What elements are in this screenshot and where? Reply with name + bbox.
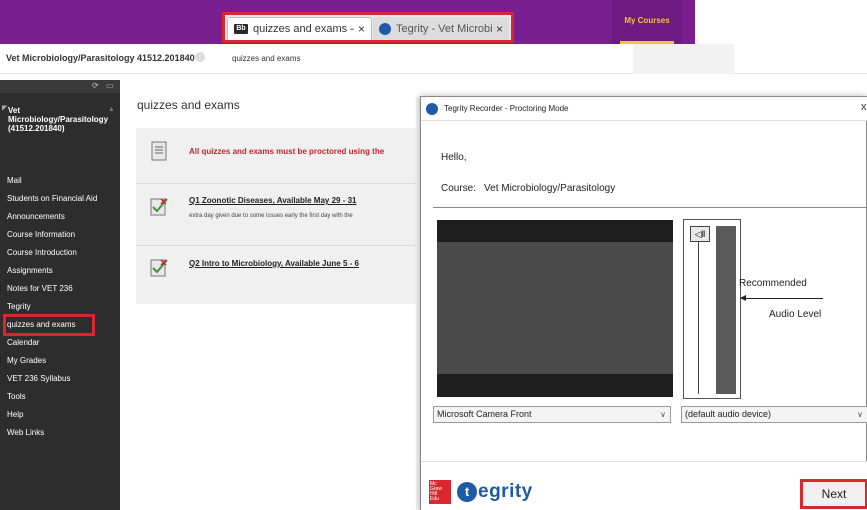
tegrity-logo-mark: t	[457, 482, 477, 502]
tab-label: Tegrity - Vet Microbiolog	[396, 22, 492, 35]
course-menu: ⟳ ▭ ◤ ▲ Vet Microbiology/Parasitology (4…	[0, 80, 120, 510]
audio-level-meter: ◁‖	[683, 219, 741, 399]
item-title: All quizzes and exams must be proctored …	[189, 147, 385, 156]
course-menu-list: Mail Students on Financial Aid Announcem…	[0, 172, 120, 442]
camera-preview-screen	[437, 242, 673, 374]
audio-select-value: (default audio device)	[685, 409, 772, 419]
top-bar: Bb quizzes and exams – 415 × Tegrity - V…	[0, 0, 695, 44]
tab-tegrity[interactable]: Tegrity - Vet Microbiolog ×	[373, 17, 509, 40]
nav-item-syllabus[interactable]: VET 236 Syllabus	[0, 370, 120, 388]
main-content: quizzes and exams All quizzes and exams …	[122, 80, 432, 510]
tab-label: quizzes and exams – 415	[253, 23, 354, 35]
audio-level-label: Audio Level	[769, 309, 822, 320]
tegrity-icon	[426, 103, 438, 115]
camera-preview	[437, 220, 673, 397]
quiz-link[interactable]: Q1 Zoonotic Diseases, Available May 29 -…	[189, 196, 356, 205]
course-menu-title[interactable]: Vet Microbiology/Parasitology (41512.201…	[8, 106, 108, 133]
greeting: Hello,	[441, 152, 467, 163]
nav-item-announcements[interactable]: Announcements	[0, 208, 120, 226]
recommended-label: Recommended	[739, 278, 807, 289]
dialog-title: Tegrity Recorder - Proctoring Mode	[444, 104, 569, 113]
tegrity-logo: t egrity	[457, 480, 533, 504]
dialog-titlebar: Tegrity Recorder - Proctoring Mode x	[421, 97, 867, 121]
nav-item-calendar[interactable]: Calendar	[0, 334, 120, 352]
document-icon	[151, 141, 167, 161]
camera-select-value: Microsoft Camera Front	[437, 409, 532, 419]
tegrity-recorder-dialog: Tegrity Recorder - Proctoring Mode x Hel…	[420, 96, 867, 510]
course-value: Vet Microbiology/Parasitology	[484, 183, 616, 194]
nav-item-my-grades[interactable]: My Grades	[0, 352, 120, 370]
collapse-caret-icon[interactable]: ◤	[2, 104, 7, 112]
audio-slider-track[interactable]	[698, 242, 699, 394]
breadcrumb-right-area	[633, 44, 734, 74]
recommended-arrow-icon	[740, 295, 823, 301]
close-icon[interactable]: x	[861, 101, 867, 113]
chevron-down-icon: ∨	[660, 410, 666, 419]
chevron-down-icon: ∨	[857, 410, 863, 419]
breadcrumb-separator-icon	[195, 52, 205, 62]
divider	[433, 207, 867, 208]
breadcrumb-page: quizzes and exams	[232, 54, 301, 63]
nav-item-tools[interactable]: Tools	[0, 388, 120, 406]
nav-item-mail[interactable]: Mail	[0, 172, 120, 190]
refresh-icon[interactable]: ⟳	[92, 81, 99, 90]
test-icon	[150, 198, 168, 216]
mcgraw-hill-logo: Mc Graw Hill Edu	[429, 480, 451, 504]
speaker-icon: ◁‖	[690, 226, 710, 242]
close-icon[interactable]: ×	[358, 22, 365, 36]
browser-tabs-highlight: Bb quizzes and exams – 415 × Tegrity - V…	[222, 12, 514, 43]
next-button[interactable]: Next	[800, 479, 867, 509]
course-line: Course: Vet Microbiology/Parasitology	[441, 183, 615, 194]
nav-item-course-introduction[interactable]: Course Introduction	[0, 244, 120, 262]
breadcrumb: Vet Microbiology/Parasitology 41512.2018…	[0, 44, 867, 74]
blackboard-icon: Bb	[234, 24, 248, 34]
course-label: Course:	[441, 183, 477, 194]
dialog-footer: Mc Graw Hill Edu t egrity Next	[421, 461, 867, 510]
nav-item-notes[interactable]: Notes for VET 236	[0, 280, 120, 298]
nav-item-assignments[interactable]: Assignments	[0, 262, 120, 280]
camera-select[interactable]: Microsoft Camera Front ∨	[433, 406, 671, 423]
nav-item-web-links[interactable]: Web Links	[0, 424, 120, 442]
course-menu-tools: ⟳ ▭	[0, 80, 120, 93]
nav-item-course-information[interactable]: Course Information	[0, 226, 120, 244]
tegrity-icon	[379, 22, 391, 35]
list-item: All quizzes and exams must be proctored …	[136, 128, 431, 184]
quiz-link[interactable]: Q2 Intro to Microbiology, Available June…	[189, 259, 359, 268]
nav-item-help[interactable]: Help	[0, 406, 120, 424]
close-icon[interactable]: ×	[496, 22, 503, 36]
folder-view-icon[interactable]: ▭	[106, 81, 114, 90]
home-icon[interactable]: ▲	[108, 106, 115, 113]
tegrity-logo-text: egrity	[478, 481, 533, 502]
test-icon	[150, 259, 168, 277]
list-item: Q2 Intro to Microbiology, Available June…	[136, 247, 431, 303]
list-item: Q1 Zoonotic Diseases, Available May 29 -…	[136, 185, 431, 246]
nav-item-financial-aid[interactable]: Students on Financial Aid	[0, 190, 120, 208]
breadcrumb-course[interactable]: Vet Microbiology/Parasitology 41512.2018…	[6, 53, 195, 63]
nav-item-quizzes-and-exams[interactable]: quizzes and exams	[3, 314, 95, 336]
tab-quizzes-and-exams[interactable]: Bb quizzes and exams – 415 ×	[227, 17, 372, 40]
content-list: All quizzes and exams must be proctored …	[136, 128, 431, 304]
audio-device-select[interactable]: (default audio device) ∨	[681, 406, 867, 423]
page-title: quizzes and exams	[137, 98, 240, 112]
nav-item-tegrity[interactable]: Tegrity	[0, 298, 120, 316]
audio-level-bar	[716, 226, 736, 394]
my-courses-link[interactable]: My Courses	[612, 0, 682, 44]
item-description: extra day given due to some issues early…	[189, 213, 353, 219]
